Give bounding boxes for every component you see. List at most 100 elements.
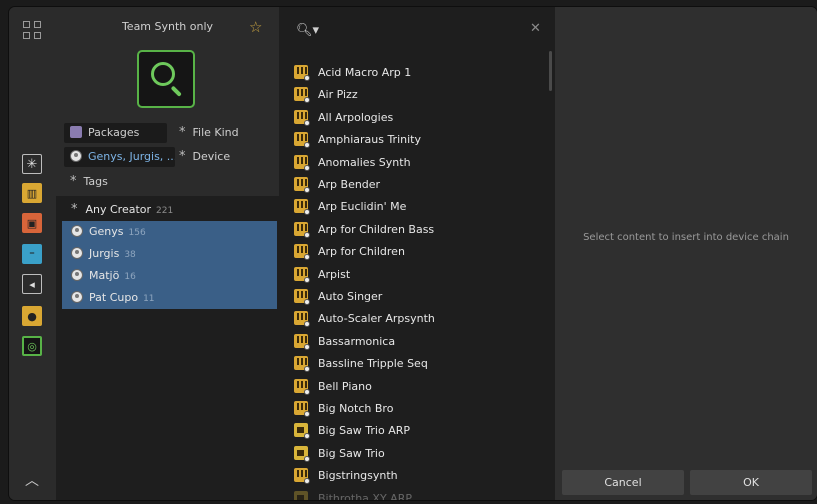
list-item[interactable]: Anomalies Synth [294,152,544,174]
asterisk-icon: * [179,149,186,164]
file-kind-filter[interactable]: * File Kind [179,123,239,143]
user-preset-icon[interactable]: ● [22,306,42,326]
keyboard-icon [294,311,310,328]
list-item[interactable]: Air Pizz [294,84,544,106]
list-item-label: Amphiaraus Trinity [318,133,421,147]
favorite-star-icon[interactable]: ☆ [249,18,262,36]
keyboard-icon [294,356,310,373]
device-filter[interactable]: * Device [179,147,230,167]
list-item-label: Auto-Scaler Arpsynth [318,312,435,326]
keyboard-icon [294,177,310,193]
list-item[interactable]: Bithrotha XY ARP [294,488,544,500]
keyboard-icon [294,266,310,283]
note-effect-icon[interactable]: ⁼ [22,244,42,264]
keyboard-icon [294,87,310,104]
creator-name: Matjö [89,269,120,282]
list-item-label: Big Saw Trio ARP [318,424,411,438]
creator-name: Any Creator [85,203,152,216]
filter-panel: Team Synth only ☆ Packages * File Kind Ge… [56,7,279,500]
empty-detail-hint: Select content to insert into device cha… [583,232,789,243]
creator-item-genys[interactable]: Genys 156 [62,221,277,243]
search-icon[interactable]: 🔍︎▾ [296,23,319,38]
close-icon[interactable]: ✕ [530,21,541,36]
list-item-label: Arp Bender [318,178,381,191]
list-item-label: Arp for Children Bass [318,222,435,236]
content-browser-window: ✳ ▥ ▣ ⁼ ◂ ● ◎ ︿ Team Synth only ☆ Packag… [9,7,817,500]
all-kinds-icon[interactable]: ✳ [22,154,42,174]
category-rail: ✳ ▥ ▣ ⁼ ◂ ● ◎ ︿ [9,7,57,500]
list-item[interactable]: Big Saw Trio ARP [294,420,544,442]
list-item-label: All Arpologies [318,110,394,124]
search-category-icon[interactable]: ◎ [22,336,42,356]
creator-item-pat-cupo[interactable]: Pat Cupo 11 [62,287,277,309]
keyboard-icon [294,109,310,126]
list-item[interactable]: Arp Euclidin' Me [294,196,544,218]
list-item[interactable]: Arp for Children [294,241,544,263]
grid-view-icon[interactable] [23,21,43,41]
keyboard-icon [294,378,310,395]
keyboard-icon [294,468,310,485]
creators-filter[interactable]: Genys, Jurgis, ... [64,147,175,167]
list-item-label: Bassline Tripple Seq [318,357,428,371]
list-item-label: Big Saw Trio [318,446,385,460]
keyboard-icon [294,333,310,350]
scrollbar[interactable] [549,51,552,91]
ok-button[interactable]: OK [690,470,812,495]
packages-filter[interactable]: Packages [64,123,167,143]
list-item[interactable]: All Arpologies [294,107,544,129]
list-item-label: Arp for Children [318,245,405,259]
person-icon [71,291,83,303]
list-item[interactable]: Bigstringsynth [294,465,544,487]
keyboard-icon [294,401,310,417]
list-item[interactable]: Bassarmonica [294,331,544,353]
search-mode-icon [137,50,195,108]
tags-label: Tags [83,175,108,188]
list-item[interactable]: Auto Singer [294,286,544,308]
packages-label: Packages [88,126,140,139]
device-label: Device [192,150,231,163]
list-item-label: Auto Singer [318,290,383,303]
list-item-label: Arpist [318,267,351,281]
instrument-icon[interactable]: ▥ [22,183,42,203]
container-icon[interactable]: ◂ [22,274,42,294]
list-item-label: Big Notch Bro [318,402,394,415]
creator-item-jurgis[interactable]: Jurgis 38 [62,243,277,265]
asterisk-icon: * [179,125,186,140]
asterisk-icon: * [71,202,78,217]
note-effect-icon [294,423,310,440]
tags-filter[interactable]: * Tags [70,172,108,192]
creator-item-matjo[interactable]: Matjö 16 [62,265,277,287]
list-item[interactable]: Amphiaraus Trinity [294,129,544,151]
note-effect-icon [294,445,310,462]
list-item[interactable]: Bell Piano [294,376,544,398]
list-item-label: Bigstringsynth [318,469,398,483]
list-item-label: Bell Piano [318,379,372,393]
search-bar[interactable]: 🔍︎▾ ✕ [279,7,555,51]
person-icon [70,150,82,162]
results-panel: 🔍︎▾ ✕ Acid Macro Arp 1 Air Pizz All Arpolo… [279,7,555,500]
list-item[interactable]: Big Notch Bro [294,398,544,420]
list-item-label: Air Pizz [318,88,358,102]
audio-effect-icon[interactable]: ▣ [22,213,42,233]
chevron-up-icon[interactable]: ︿ [22,473,42,489]
list-item[interactable]: Big Saw Trio [294,443,544,465]
creator-name: Jurgis [89,247,120,260]
creator-name: Genys [89,225,124,238]
list-item[interactable]: Acid Macro Arp 1 [294,62,544,84]
creator-name: Pat Cupo [89,291,139,304]
list-item[interactable]: Arpist [294,264,544,286]
creators-label: Genys, Jurgis, ... [88,150,175,163]
detail-panel: Select content to insert into device cha… [555,7,817,500]
list-item[interactable]: Bassline Tripple Seq [294,353,544,375]
person-icon [71,225,83,237]
creator-count: 16 [124,272,136,282]
creator-count: 156 [128,228,146,238]
keyboard-icon [294,221,310,238]
creator-item-any[interactable]: * Any Creator 221 [62,199,277,221]
list-item[interactable]: Arp Bender [294,174,544,196]
cancel-button[interactable]: Cancel [562,470,684,495]
creator-count: 221 [156,206,174,216]
list-item[interactable]: Arp for Children Bass [294,219,544,241]
person-icon [71,269,83,281]
list-item[interactable]: Auto-Scaler Arpsynth [294,308,544,330]
